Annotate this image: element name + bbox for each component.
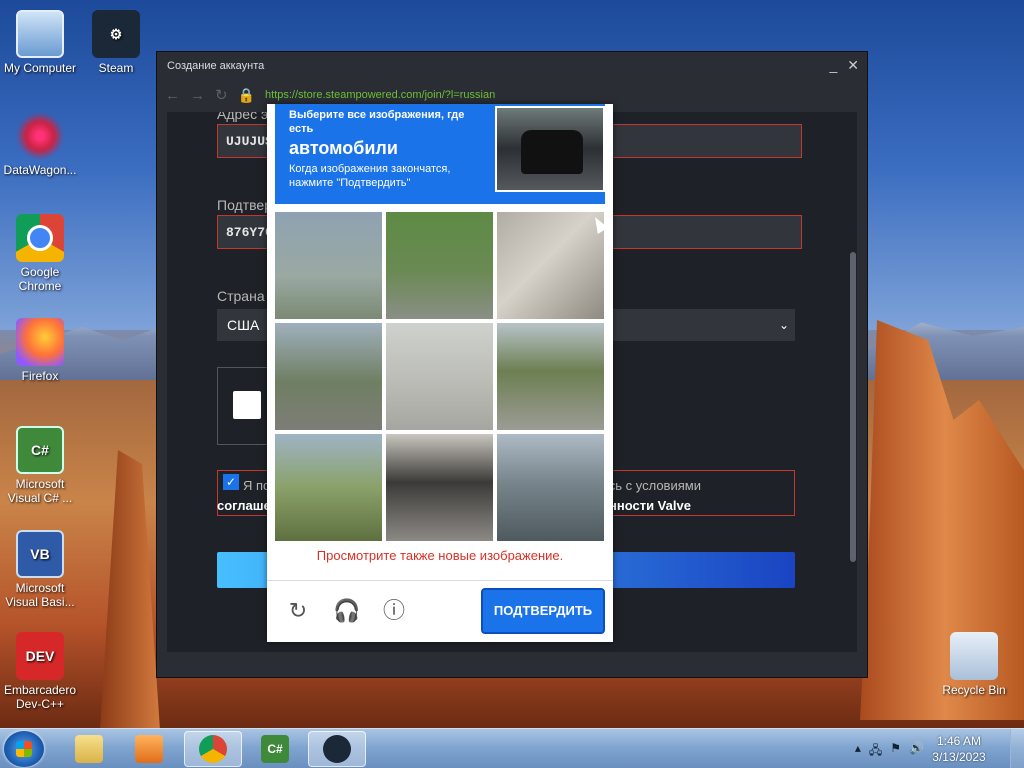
captcha-sample-image bbox=[495, 106, 605, 192]
headphones-icon[interactable]: 🎧 bbox=[333, 598, 360, 624]
windows-logo-icon bbox=[16, 741, 32, 757]
desktop-icon-steam[interactable]: ⚙ Steam bbox=[76, 10, 156, 75]
email-label: Адрес э bbox=[217, 112, 269, 122]
desktop-icon-visual-basic[interactable]: VB Microsoft Visual Basi... bbox=[0, 530, 80, 609]
desktop-icon-label: Google Chrome bbox=[18, 265, 62, 293]
info-icon[interactable]: ⓘ bbox=[381, 598, 407, 624]
address-url: https://store.steampowered.com/join/?l=r… bbox=[265, 89, 496, 101]
clock-time: 1:46 AM bbox=[936, 734, 982, 748]
desktop-icon-visual-csharp[interactable]: C# Microsoft Visual C# ... bbox=[0, 426, 80, 505]
confirm-email-label: Подтвер bbox=[217, 197, 272, 213]
desktop-icon-recycle-bin[interactable]: Recycle Bin bbox=[934, 632, 1014, 697]
action-center-icon[interactable]: ⚑ bbox=[890, 741, 901, 762]
lock-icon: 🔒 bbox=[237, 86, 256, 103]
agreement-link-start[interactable]: соглаше bbox=[217, 498, 271, 513]
taskbar-steam[interactable] bbox=[308, 731, 366, 767]
captcha-hint: Когда изображения закончатся, нажмите "П… bbox=[289, 163, 451, 189]
computer-icon bbox=[16, 10, 64, 58]
captcha-tile[interactable] bbox=[275, 323, 382, 430]
agreement-link-valve[interactable]: нности Valve bbox=[609, 498, 691, 513]
back-arrow-icon[interactable]: ← bbox=[165, 87, 180, 104]
captcha-tile[interactable] bbox=[386, 323, 493, 430]
captcha-confirm-button[interactable]: ПОДТВЕРДИТЬ bbox=[481, 588, 605, 634]
captcha-checkbox[interactable] bbox=[233, 391, 261, 419]
captcha-tile[interactable] bbox=[386, 434, 493, 541]
desktop-icon-label: Microsoft Visual C# ... bbox=[7, 477, 73, 505]
agreement-text-end: юсь с условиями bbox=[599, 478, 701, 493]
captcha-challenge: Выберите все изображения, где есть автом… bbox=[267, 104, 613, 642]
datawagon-icon bbox=[16, 112, 64, 160]
agreement-checkbox[interactable]: ✓ bbox=[223, 474, 239, 490]
system-tray: ▴ 🖧 ⚑ 🔊 bbox=[855, 741, 924, 762]
country-label: Страна bbox=[217, 288, 265, 304]
refresh-icon[interactable]: ↻ bbox=[285, 598, 311, 624]
network-icon[interactable]: 🖧 bbox=[869, 741, 882, 762]
captcha-tile[interactable] bbox=[275, 212, 382, 319]
captcha-divider bbox=[267, 580, 613, 581]
captcha-error-message: Просмотрите также новые изображение. bbox=[316, 548, 564, 563]
captcha-tile[interactable] bbox=[386, 212, 493, 319]
start-button[interactable] bbox=[4, 731, 44, 767]
taskbar-chrome[interactable] bbox=[184, 731, 242, 767]
steam-icon bbox=[323, 735, 351, 763]
window-title: Создание аккаунта bbox=[167, 60, 265, 72]
folder-icon bbox=[75, 735, 103, 763]
show-desktop-button[interactable] bbox=[1010, 729, 1024, 768]
car-image bbox=[521, 130, 583, 174]
firefox-icon bbox=[16, 318, 64, 366]
desktop-icon-my-computer[interactable]: My Computer bbox=[0, 10, 80, 75]
visual-basic-icon: VB bbox=[16, 530, 64, 578]
scrollbar-thumb[interactable] bbox=[850, 252, 856, 562]
desktop-icon-datawagon[interactable]: DataWagon... bbox=[0, 112, 80, 177]
captcha-tile[interactable] bbox=[497, 434, 604, 541]
desktop-icon-chrome[interactable]: Google Chrome bbox=[0, 214, 80, 293]
chevron-up-icon[interactable]: ▴ bbox=[855, 741, 861, 762]
taskbar-visual-csharp[interactable]: C# bbox=[246, 731, 304, 767]
captcha-tile[interactable] bbox=[275, 434, 382, 541]
csharp-icon: C# bbox=[261, 735, 289, 763]
desktop-icon-dev-cpp[interactable]: DEV Embarcadero Dev-C++ bbox=[0, 632, 80, 711]
recycle-bin-icon bbox=[950, 632, 998, 680]
minimize-icon[interactable]: _ bbox=[829, 57, 837, 74]
steam-icon: ⚙ bbox=[92, 10, 140, 58]
captcha-tile[interactable] bbox=[497, 212, 604, 319]
volume-icon[interactable]: 🔊 bbox=[909, 741, 924, 762]
chrome-icon bbox=[199, 735, 227, 763]
window-titlebar[interactable]: Создание аккаунта _ ✕ bbox=[157, 52, 867, 80]
captcha-tile[interactable] bbox=[497, 323, 604, 430]
system-clock[interactable]: 1:46 AM 3/13/2023 bbox=[924, 733, 994, 765]
desktop-icon-firefox[interactable]: Firefox bbox=[0, 318, 80, 383]
agreement-period: . bbox=[687, 498, 691, 513]
captcha-header: Выберите все изображения, где есть автом… bbox=[275, 104, 605, 204]
media-player-icon bbox=[135, 735, 163, 763]
desktop-icon-label: Firefox bbox=[21, 369, 59, 383]
desktop-icon-label: My Computer bbox=[3, 61, 77, 75]
clock-date: 3/13/2023 bbox=[932, 750, 986, 764]
csharp-icon: C# bbox=[16, 426, 64, 474]
close-icon[interactable]: ✕ bbox=[847, 57, 859, 74]
reload-icon[interactable]: ↻ bbox=[215, 86, 228, 104]
window-controls: _ ✕ bbox=[829, 57, 859, 74]
desktop-icon-label: Embarcadero Dev-C++ bbox=[3, 683, 77, 711]
captcha-target: автомобили bbox=[289, 138, 398, 158]
captcha-image-grid bbox=[275, 212, 605, 541]
chevron-down-icon: ⌄ bbox=[779, 318, 790, 332]
taskbar-media-player[interactable] bbox=[120, 731, 178, 767]
desktop-icon-label: Recycle Bin bbox=[942, 683, 1006, 697]
desktop-icon-label: DataWagon... bbox=[3, 163, 77, 177]
chrome-icon bbox=[16, 214, 64, 262]
captcha-instruction: Выберите все изображения, где есть bbox=[289, 109, 465, 135]
taskbar-explorer[interactable] bbox=[60, 731, 118, 767]
taskbar: C# ▴ 🖧 ⚑ 🔊 1:46 AM 3/13/2023 bbox=[0, 728, 1024, 768]
forward-arrow-icon[interactable]: → bbox=[190, 87, 205, 104]
dev-cpp-icon: DEV bbox=[16, 632, 64, 680]
desktop-icon-label: Steam bbox=[98, 61, 134, 75]
desktop-icon-label: Microsoft Visual Basi... bbox=[5, 581, 75, 609]
